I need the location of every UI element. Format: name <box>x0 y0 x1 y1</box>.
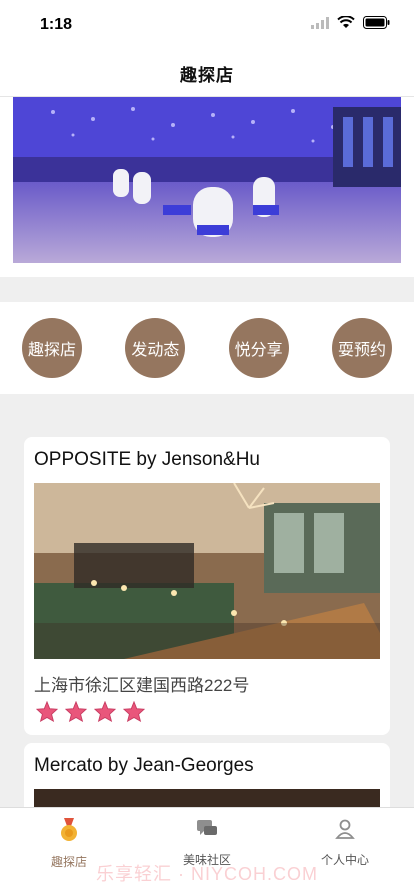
battery-icon <box>363 16 390 34</box>
menu-button-qutandian[interactable]: 趣探店 <box>22 318 82 378</box>
menu-button-fadongtai[interactable]: 发动态 <box>125 318 186 378</box>
restaurant-card[interactable]: Mercato by Jean-Georges <box>24 743 390 807</box>
star-icon <box>35 700 59 727</box>
status-icons <box>311 15 390 34</box>
restaurant-name: OPPOSITE by Jenson&Hu <box>34 449 260 470</box>
chat-icon <box>196 818 218 845</box>
restaurant-card[interactable]: OPPOSITE by Jenson&Hu 上海市徐汇区建国西路222号 <box>24 437 390 735</box>
medal-icon <box>58 818 80 847</box>
status-bar: 1:18 <box>0 0 414 50</box>
menu-button-shuayuyue[interactable]: 耍预约 <box>331 318 392 378</box>
menu-button-yuefenxiang[interactable]: 悦分享 <box>228 318 289 378</box>
star-icon <box>93 700 117 727</box>
restaurant-photo[interactable] <box>34 789 380 807</box>
restaurant-address: 上海市徐汇区建国西路222号 <box>34 676 250 695</box>
nav-bar: 趣探店 <box>0 50 414 97</box>
banner-image[interactable] <box>13 97 401 263</box>
rating-stars <box>35 700 146 727</box>
restaurant-photo[interactable] <box>34 482 380 659</box>
user-icon <box>334 818 356 845</box>
status-time: 1:18 <box>40 16 73 33</box>
banner-section <box>0 97 414 277</box>
star-icon <box>122 700 146 727</box>
watermark: 乐享轻汇 · NIYCOH.COM <box>96 864 318 884</box>
restaurant-name: Mercato by Jean-Georges <box>34 755 254 776</box>
quick-menu: 趣探店 发动态 悦分享 耍预约 <box>0 302 414 394</box>
wifi-icon <box>337 15 355 34</box>
signal-icon <box>311 16 329 34</box>
page-title: 趣探店 <box>180 65 234 85</box>
star-icon <box>64 700 88 727</box>
